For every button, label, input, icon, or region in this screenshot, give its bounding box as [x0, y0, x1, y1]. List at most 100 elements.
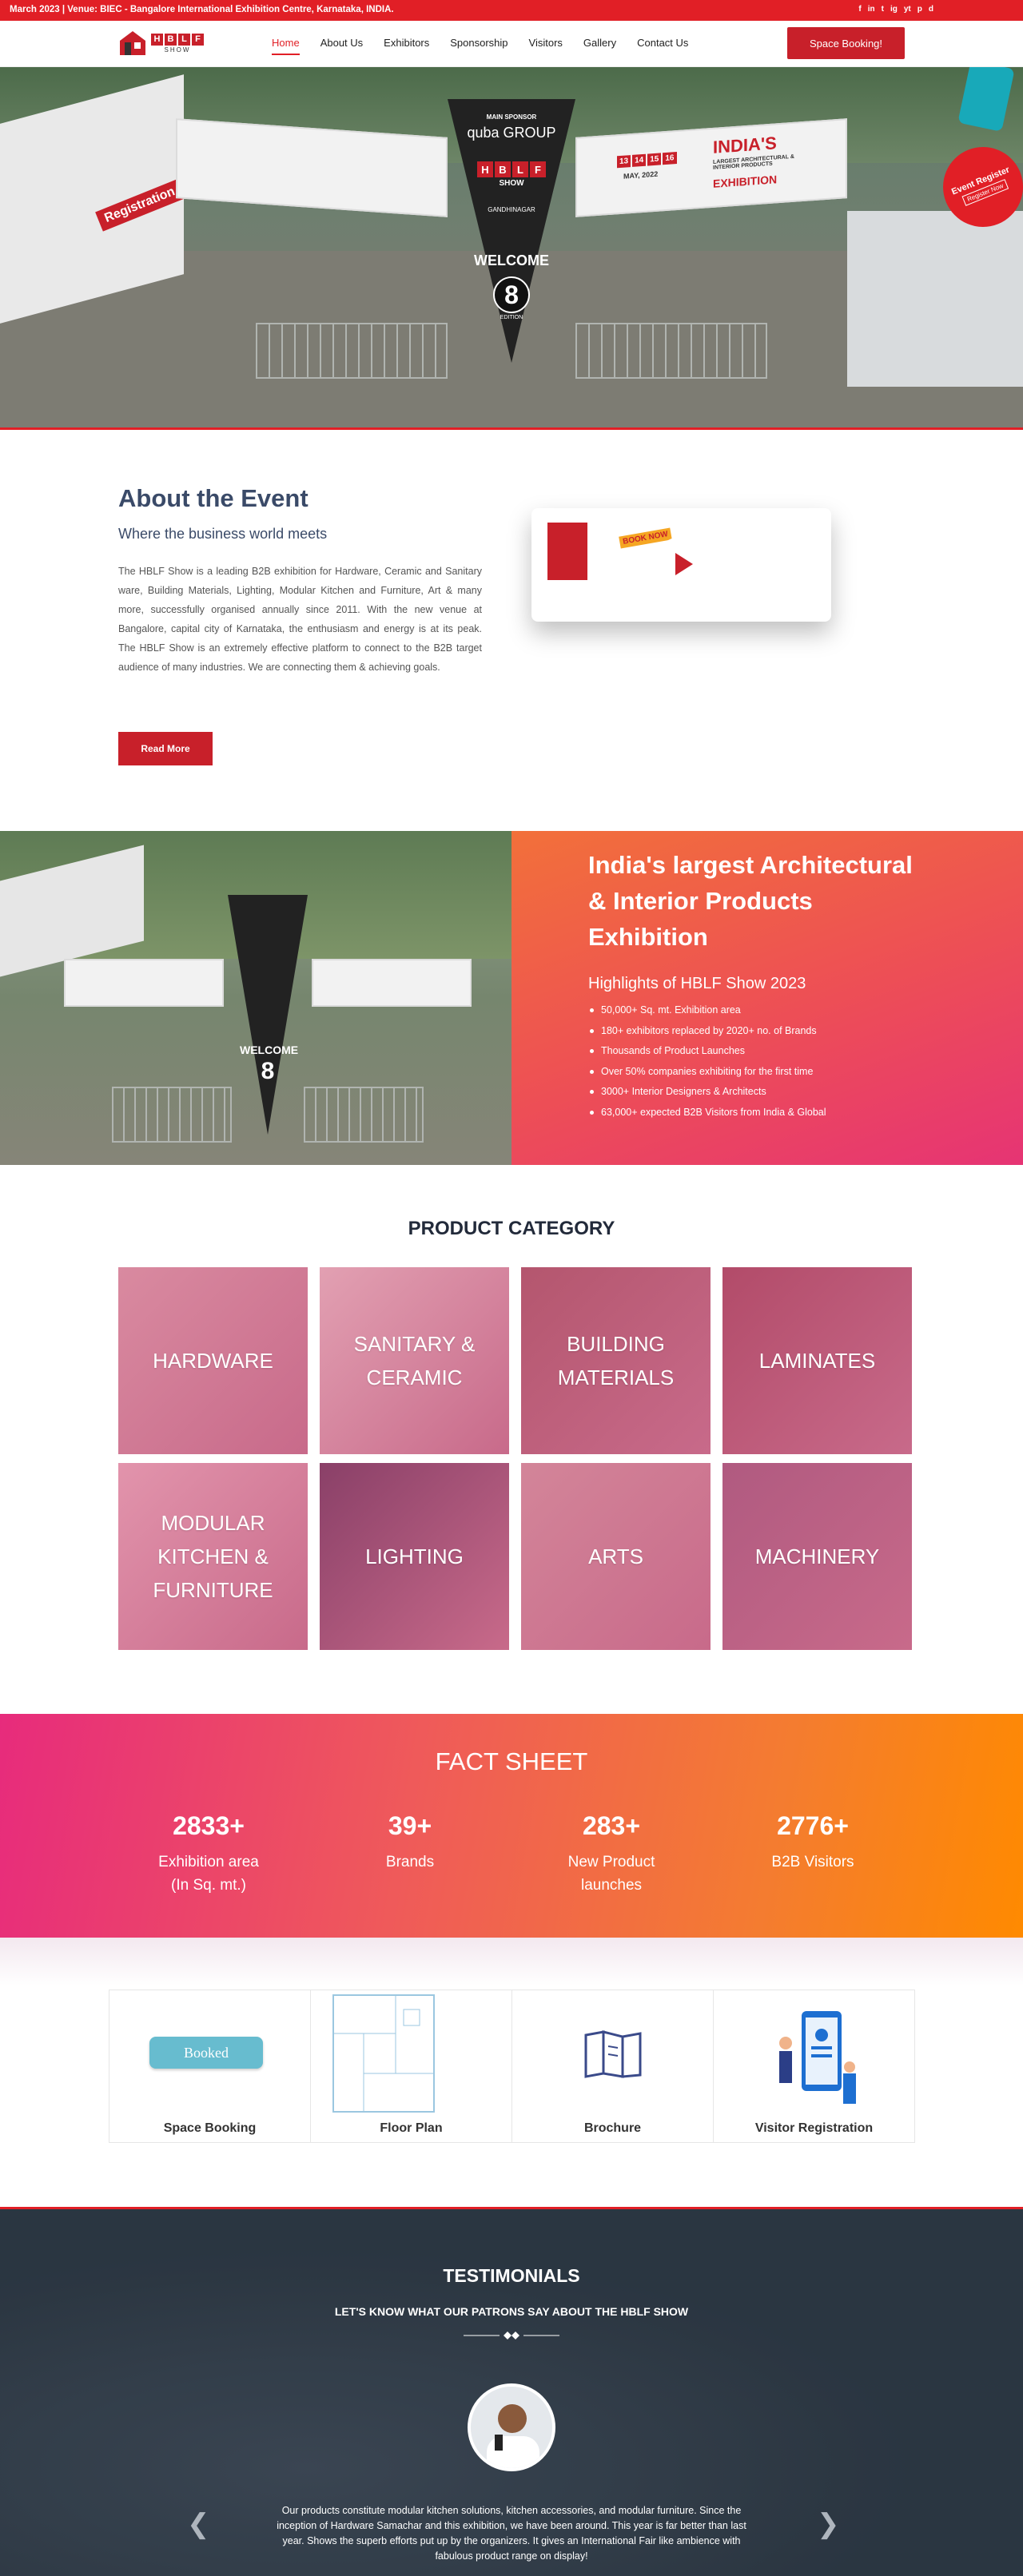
main-nav: Home About Us Exhibitors Sponsorship Vis… [272, 37, 688, 55]
gate-city: GANDHINAGAR [488, 206, 535, 213]
card-label: Space Booking [163, 2121, 257, 2135]
facebook-icon[interactable]: f [858, 5, 861, 14]
gate-logo-letter: H [477, 161, 493, 177]
floor-plan-icon [332, 1994, 436, 2117]
fact-b2b-visitors: 2776+ B2B Visitors [713, 1811, 913, 1874]
nav-exhibitors[interactable]: Exhibitors [384, 37, 429, 49]
testimonials-section: TESTIMONIALS LET'S KNOW WHAT OUR PATRONS… [0, 2207, 1023, 2576]
highlight-item: Thousands of Product Launches [588, 1041, 826, 1062]
visitor-registration-icon [754, 1995, 874, 2119]
highlight-item: 180+ exhibitors replaced by 2020+ no. of… [588, 1021, 826, 1042]
highlight-item: Over 50% companies exhibiting for the fi… [588, 1062, 826, 1083]
nav-home[interactable]: Home [272, 37, 300, 55]
welcome-sign: WELCOME [474, 252, 549, 268]
fact-number: 2833+ [173, 1811, 245, 1840]
main-sponsor-label: MAIN SPONSOR [486, 113, 537, 121]
fact-label: B2B Visitors [771, 1854, 854, 1870]
dribbble-icon[interactable]: d [929, 5, 933, 14]
nav-sponsorship[interactable]: Sponsorship [450, 37, 508, 49]
category-tile-building-materials[interactable]: BUILDING MATERIALS [521, 1267, 711, 1454]
category-tile-lighting[interactable]: LIGHTING [320, 1463, 509, 1650]
left-fence [256, 323, 448, 379]
product-category-title: PRODUCT CATEGORY [408, 1218, 615, 1239]
logo-letter: L [178, 33, 190, 46]
section-shadow [0, 1938, 1023, 1986]
video-city: BENGALURU [683, 516, 730, 524]
site-header: H B L F SHOW Home About Us Exhibitors Sp… [0, 21, 1023, 67]
pinterest-icon[interactable]: p [918, 5, 922, 14]
fact-number: 2776+ [777, 1811, 849, 1840]
logo-house-icon [118, 30, 147, 57]
twitter-icon[interactable]: t [882, 5, 884, 14]
prev-arrow-icon[interactable]: ❮ [187, 2508, 210, 2540]
logo-letter: B [165, 33, 177, 46]
video-march: MARCH, 2023 [551, 585, 592, 592]
linkedin-icon[interactable]: in [868, 5, 875, 14]
fact-label: Exhibition area [158, 1854, 259, 1870]
edition-text: EDITION [500, 315, 523, 320]
nav-about-us[interactable]: About Us [320, 37, 363, 49]
site-logo[interactable]: H B L F SHOW [118, 27, 206, 59]
card-visitor-registration[interactable]: Visitor Registration [713, 1990, 915, 2143]
edition-number: 8 [493, 276, 530, 313]
gate-logo-letter: B [495, 161, 511, 177]
event-month: MAY, 2022 [623, 169, 659, 181]
nav-contact-us[interactable]: Contact Us [637, 37, 688, 49]
fact-sheet-title: FACT SHEET [435, 1747, 588, 1775]
testimonials-title: TESTIMONIALS [443, 2265, 580, 2286]
about-paragraph: The HBLF Show is a leading B2B exhibitio… [118, 566, 482, 673]
fact-number: 283+ [582, 1811, 641, 1840]
category-tile-modular-kitchen[interactable]: MODULAR KITCHEN & FURNITURE [118, 1463, 308, 1650]
nav-gallery[interactable]: Gallery [583, 37, 616, 49]
category-tile-laminates[interactable]: LAMINATES [722, 1267, 912, 1454]
brochure-icon [583, 2030, 643, 2082]
video-phone: +91 8460062011 [547, 607, 602, 615]
venue-photo: WELCOME 8 [0, 831, 512, 1165]
sponsor-name: quba GROUP [467, 125, 556, 141]
next-arrow-icon[interactable]: ❯ [817, 2508, 840, 2540]
nav-visitors[interactable]: Visitors [529, 37, 563, 49]
welcome-sign: WELCOME [240, 1044, 299, 1056]
card-label: Brochure [583, 2121, 642, 2135]
card-brochure[interactable]: Brochure [512, 1990, 714, 2143]
youtube-icon[interactable]: yt [904, 5, 911, 14]
read-more-button[interactable]: Read More [118, 732, 213, 765]
highlights-list: 50,000+ Sq. mt. Exhibition area 180+ exh… [588, 1000, 826, 1123]
category-tile-machinery[interactable]: MACHINERY [722, 1463, 912, 1650]
fence [304, 1087, 424, 1143]
card-floor-plan[interactable]: Floor Plan [310, 1990, 512, 2143]
fence [112, 1087, 232, 1143]
play-icon[interactable] [654, 537, 708, 591]
fact-exhibition-area: 2833+ Exhibition area (In Sq. mt.) [109, 1811, 308, 1897]
fact-sheet-section: FACT SHEET 2833+ Exhibition area (In Sq. … [0, 1714, 1023, 1938]
social-links: f in t ig yt p d [858, 5, 933, 14]
venue-info-text: March 2023 | Venue: BIEC - Bangalore Int… [10, 5, 394, 14]
testimonial-avatar [468, 2383, 555, 2471]
video-thumbnail[interactable]: BOOK NOW BENGALURU MARCH, 2023 +91 84600… [531, 508, 831, 622]
card-label: Visitor Registration [754, 2121, 874, 2135]
highlights-section: WELCOME 8 India's largest Architectural … [0, 831, 1023, 1165]
logo-letter: F [192, 33, 204, 46]
category-tile-hardware[interactable]: HARDWARE [118, 1267, 308, 1454]
highlights-title: India's largest Architectural & Interior… [588, 851, 913, 951]
gate-logo-show: SHOW [499, 179, 524, 188]
category-tile-arts[interactable]: ARTS [521, 1463, 711, 1650]
event-date: 14 [632, 153, 647, 167]
highlight-item: 3000+ Interior Designers & Architects [588, 1082, 826, 1103]
card-space-booking[interactable]: Booked Space Booking [109, 1990, 311, 2143]
event-date: 13 [617, 155, 631, 169]
testimonials-subtitle: LET'S KNOW WHAT OUR PATRONS SAY ABOUT TH… [334, 2305, 689, 2318]
about-subtitle: Where the business world meets [118, 526, 328, 542]
category-tile-sanitary-ceramic[interactable]: SANITARY & CERAMIC [320, 1267, 509, 1454]
fact-label: launches [580, 1877, 643, 1894]
right-fence [575, 323, 767, 379]
video-poster-block [547, 523, 587, 580]
card-label: Floor Plan [380, 2121, 443, 2135]
divider-ornament [464, 2329, 559, 2339]
left-gate-banner [64, 959, 224, 1007]
right-gate-banner [312, 959, 472, 1007]
fact-number: 39+ [388, 1811, 432, 1840]
instagram-icon[interactable]: ig [890, 5, 898, 14]
highlight-item: 50,000+ Sq. mt. Exhibition area [588, 1000, 826, 1021]
space-booking-button[interactable]: Space Booking! [787, 27, 905, 59]
